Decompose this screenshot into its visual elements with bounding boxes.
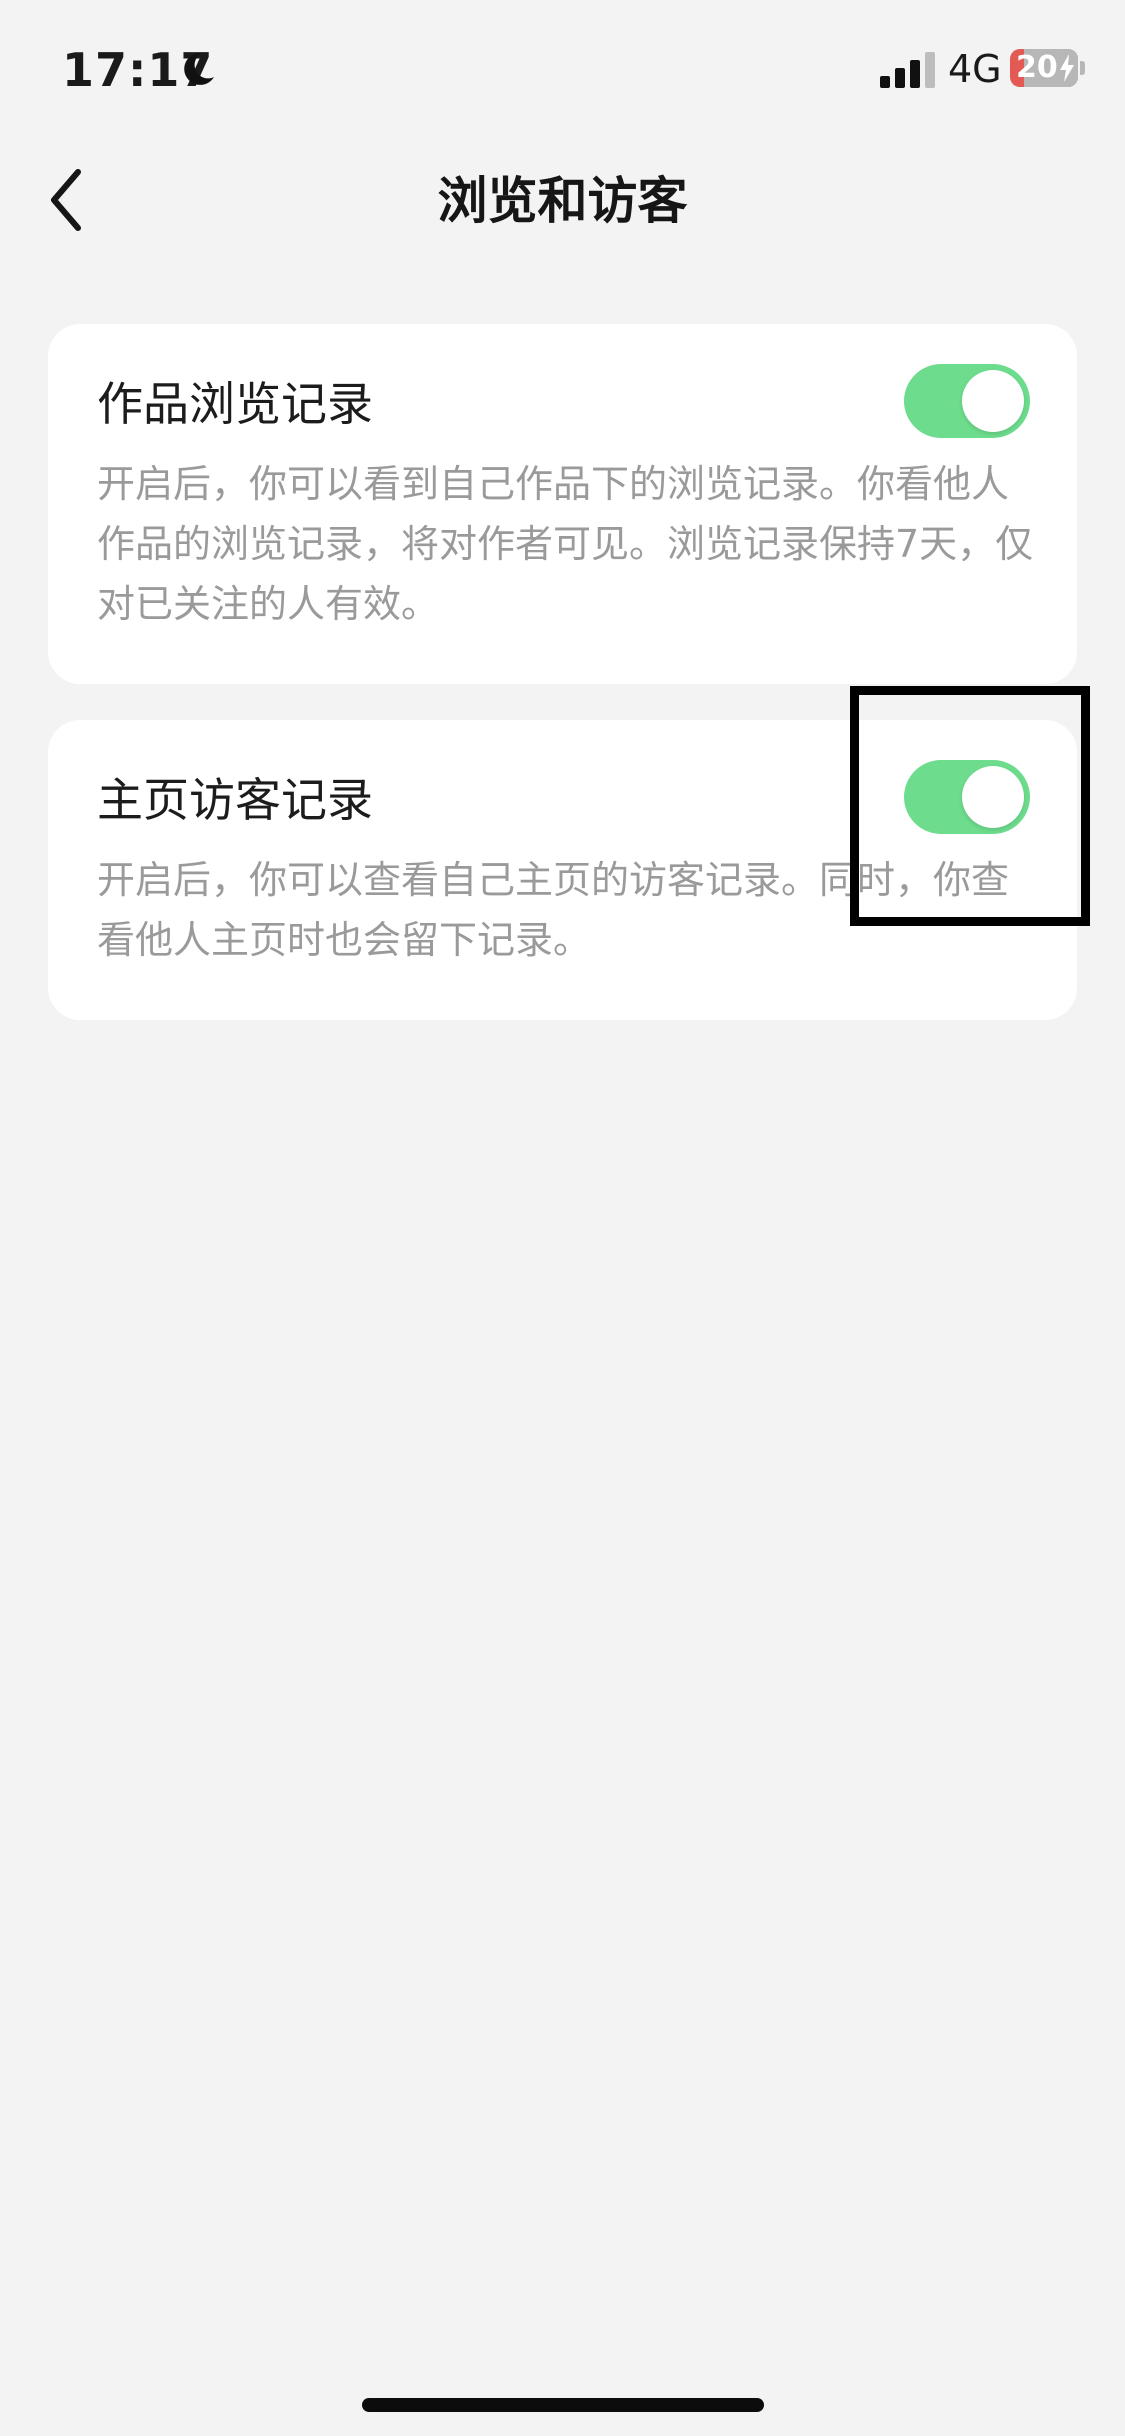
network-label: 4G [948,47,1002,91]
setting-description: 开启后，你可以查看自己主页的访客记录。同时，你查看他人主页时也会留下记录。 [97,858,1010,962]
page-title: 浏览和访客 [437,172,688,230]
setting-description: 开启后，你可以看到自己作品下的浏览记录。你看他人作品的浏览记录，将对作者可见。浏… [97,462,1034,626]
moon-icon [184,52,214,85]
status-bar: 17:17 4G 20 [0,0,1125,140]
battery-icon: 20 [1010,49,1078,87]
signal-icon [880,52,935,88]
nav-bar: 浏览和访客 [0,140,1125,260]
setting-title: 主页访客记录 [97,773,373,827]
battery-cap [1080,61,1085,75]
setting-title: 作品浏览记录 [97,377,373,431]
bolt-icon [1060,54,1074,82]
profile-visitors-toggle[interactable] [904,760,1030,834]
battery-level-text: 20 [1016,50,1058,85]
setting-card-work-views: 作品浏览记录 开启后，你可以看到自己作品下的浏览记录。你看他人作品的浏览记录，将… [48,324,1077,684]
home-indicator [362,2398,764,2412]
work-views-toggle[interactable] [904,364,1030,438]
setting-card-profile-visitors: 主页访客记录 开启后，你可以查看自己主页的访客记录。同时，你查看他人主页时也会留… [48,720,1077,1020]
toggle-knob [962,766,1024,828]
toggle-knob [962,370,1024,432]
